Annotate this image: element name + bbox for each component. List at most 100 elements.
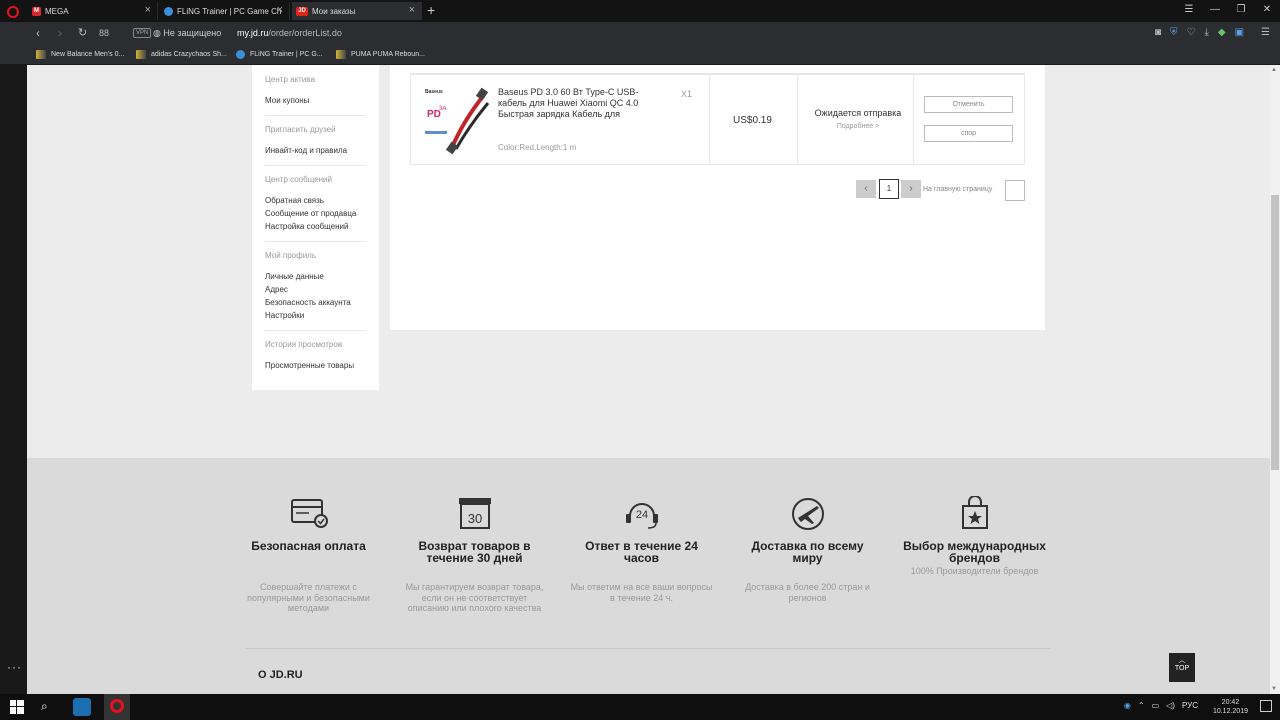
headset-24-icon: 24: [569, 496, 714, 530]
menu-icon[interactable]: ☰: [1261, 27, 1270, 38]
vpn-badge[interactable]: VPN: [133, 28, 152, 38]
language-indicator[interactable]: РУС: [1182, 701, 1198, 710]
new-tab-plus-icon[interactable]: +: [427, 2, 435, 18]
product-image[interactable]: Baseus PD 3A: [422, 85, 492, 155]
page-number-current[interactable]: 1: [879, 179, 899, 199]
network-icon[interactable]: ▭: [1152, 701, 1160, 710]
menu-group-invite: Пригласить друзей Инвайт-код и правила: [265, 125, 366, 166]
telegram-taskbar-icon[interactable]: [73, 698, 91, 716]
opera-taskbar-icon[interactable]: [104, 694, 130, 720]
menu-item-message-settings[interactable]: Настройка сообщений: [265, 220, 366, 233]
bookmark-adidas[interactable]: adidas Crazychaos Sh...: [136, 50, 227, 59]
menu-item-seller-messages[interactable]: Сообщение от продавца: [265, 207, 366, 220]
feature-description: Доставка в более 200 стран и регионов: [745, 582, 870, 603]
close-icon[interactable]: ×: [145, 4, 151, 16]
bookmark-icon: [336, 50, 346, 59]
volume-icon[interactable]: ◁): [1166, 701, 1175, 710]
reload-icon[interactable]: ↻: [78, 26, 87, 39]
product-attributes: Color:Red,Length:1 m: [498, 143, 577, 152]
menu-item-settings[interactable]: Настройки: [265, 309, 366, 322]
jd-favicon-icon: JD: [296, 6, 308, 16]
goto-page-input[interactable]: [1005, 180, 1025, 201]
feature-brands: Выбор международных брендов 100% Произво…: [902, 496, 1047, 577]
menu-item-feedback[interactable]: Обратная связь: [265, 194, 366, 207]
minimize-icon[interactable]: —: [1202, 0, 1228, 22]
bookmark-fling[interactable]: FLiNG Trainer | PC G...: [236, 50, 323, 59]
dispute-button[interactable]: спор: [924, 125, 1013, 142]
menu-item-account-security[interactable]: Безопасность аккаунта: [265, 296, 366, 309]
download-icon[interactable]: ⤓: [1204, 27, 1208, 38]
menu-item-invite-code[interactable]: Инвайт-код и правила: [265, 144, 366, 157]
menu-group-assets: Центр актива Мои купоны: [265, 65, 366, 116]
plane-icon: [735, 496, 880, 530]
account-menu: Центр актива Мои купоны Пригласить друзе…: [252, 65, 379, 390]
bookmark-icon: [36, 50, 46, 59]
camera-icon[interactable]: ◙: [1155, 27, 1161, 38]
bookmarks-bar: New Balance Men's 0... adidas Crazychaos…: [0, 46, 1280, 65]
forward-icon[interactable]: ›: [58, 26, 62, 40]
tab-title: FLiNG Trainer | PC Game Che: [177, 6, 282, 16]
svg-text:30: 30: [467, 511, 481, 526]
menu-item-coupons[interactable]: Мои купоны: [265, 94, 366, 107]
back-icon[interactable]: ‹: [36, 26, 40, 40]
order-detail-link[interactable]: Подробнее >: [808, 123, 908, 130]
product-name-link[interactable]: Baseus PD 3.0 60 Вт Type-C USB-кабель дл…: [498, 87, 658, 120]
scroll-down-icon[interactable]: ▼: [1271, 686, 1277, 692]
browser-sidebar: [0, 65, 27, 694]
menu-group-history: История просмотров Просмотренные товары: [265, 340, 366, 380]
bookmark-puma[interactable]: PUMA PUMA Reboun...: [336, 50, 425, 59]
close-icon[interactable]: ×: [409, 4, 415, 16]
maximize-icon[interactable]: ❐: [1228, 0, 1254, 22]
globe-icon: ◍: [153, 28, 161, 38]
tab-menu-icon[interactable]: ☰: [1176, 0, 1202, 22]
close-window-icon[interactable]: ✕: [1254, 0, 1280, 22]
windows-taskbar: ⌕ ◉ ⌃ ▭ ◁) РУС 20:42 10.12.2019: [0, 694, 1280, 720]
feature-title: Доставка по всему миру: [751, 539, 864, 565]
search-icon[interactable]: ⌕: [41, 699, 59, 717]
tab-mega[interactable]: M MEGA ×: [28, 2, 158, 20]
calendar-30-icon: 30: [402, 496, 547, 530]
menu-group-title: Центр актива: [265, 75, 315, 84]
scroll-thumb[interactable]: [1271, 195, 1279, 470]
order-price: US$0.19: [733, 115, 772, 126]
system-tray: ◉ ⌃ ▭ ◁) РУС: [1124, 701, 1198, 710]
security-indicator[interactable]: ◍ Не защищено: [153, 28, 221, 39]
close-icon[interactable]: ×: [277, 4, 283, 16]
feature-secure-payment: Безопасная оплата Совершайте платежи с п…: [236, 496, 381, 614]
next-page-chevron-icon[interactable]: ›: [901, 180, 921, 198]
notification-center-icon[interactable]: [1260, 700, 1272, 712]
prev-page-chevron-icon[interactable]: ‹: [856, 180, 876, 198]
url-field[interactable]: my.jd.ru/order/orderList.do: [237, 28, 342, 38]
image-brand: Baseus: [425, 89, 443, 95]
speed-dial-icon[interactable]: 88: [99, 28, 109, 38]
clock[interactable]: 20:42 10.12.2019: [1213, 698, 1248, 716]
menu-group-messages: Центр сообщений Обратная связь Сообщение…: [265, 175, 366, 242]
windows-start-icon[interactable]: [10, 700, 24, 714]
column-divider: [913, 75, 914, 165]
extension-icon[interactable]: ◆: [1218, 27, 1226, 38]
feature-description: Мы ответим на все ваши вопросы в течение…: [570, 582, 713, 603]
menu-item-address[interactable]: Адрес: [265, 283, 366, 296]
show-hidden-icons-icon[interactable]: ⌃: [1138, 701, 1145, 710]
tab-my-orders[interactable]: JD Мои заказы ×: [292, 2, 422, 20]
cancel-order-button[interactable]: Отменить: [924, 96, 1013, 113]
menu-item-personal-data[interactable]: Личные данные: [265, 270, 366, 283]
scroll-up-icon[interactable]: ▲: [1271, 67, 1277, 73]
page-scrollbar[interactable]: ▲ ▼: [1270, 65, 1280, 694]
heart-icon[interactable]: ♡: [1186, 27, 1195, 38]
menu-group-title: История просмотров: [265, 340, 343, 349]
feature-shipping: Доставка по всему миру Доставка в более …: [735, 496, 880, 603]
tray-app-icon[interactable]: ◉: [1124, 701, 1131, 710]
more-options-icon[interactable]: ···: [7, 660, 22, 674]
about-heading: О JD.RU: [258, 669, 303, 681]
bookmark-new-balance[interactable]: New Balance Men's 0...: [36, 50, 124, 59]
footer-divider: [245, 648, 1050, 649]
profile-icon[interactable]: ▣: [1235, 27, 1244, 38]
shopping-bag-icon: [902, 496, 1047, 530]
shield-icon[interactable]: ⛨: [1170, 27, 1178, 38]
back-to-top-button[interactable]: ︿ TOP: [1169, 653, 1195, 682]
opera-logo-icon[interactable]: [7, 6, 19, 18]
menu-item-viewed-products[interactable]: Просмотренные товары: [265, 359, 366, 372]
tab-fling-trainer[interactable]: FLiNG Trainer | PC Game Che ×: [160, 2, 290, 20]
image-badge-sub: 3A: [439, 106, 446, 112]
